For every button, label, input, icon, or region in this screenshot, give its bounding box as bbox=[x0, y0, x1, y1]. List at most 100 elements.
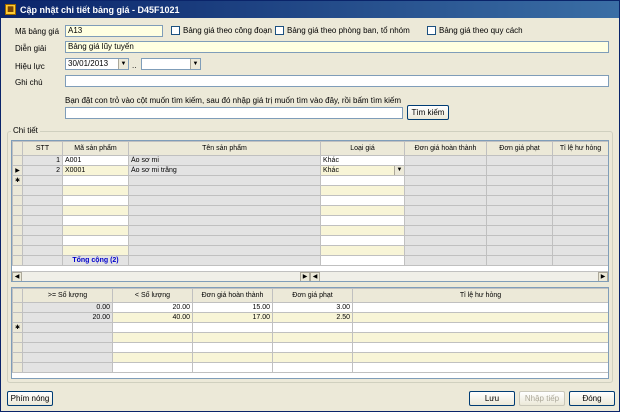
hieu-luc-from-value: 30/01/2013 bbox=[68, 59, 109, 68]
col-header-loai-gia[interactable]: Loại giá bbox=[320, 141, 405, 156]
cell-don-gia-phat bbox=[486, 155, 553, 166]
chevron-down-icon[interactable]: ▼ bbox=[190, 59, 200, 69]
chk-bang-gia-cong-doan-label: Bảng giá theo công đoạn bbox=[183, 26, 272, 35]
cell-don-gia-hoan-thanh[interactable]: 17.00 bbox=[192, 312, 273, 323]
detail-table: STT Mã sản phẩm Tên sản phẩm Loại giá Đơ… bbox=[12, 141, 608, 266]
empty-row bbox=[12, 185, 608, 196]
scroll-left-icon[interactable]: ◀ bbox=[12, 272, 22, 281]
row-selector[interactable] bbox=[12, 302, 23, 313]
cell-don-gia-phat[interactable]: 2.50 bbox=[272, 312, 353, 323]
cell-min-so-luong: 0.00 bbox=[22, 302, 113, 313]
total-row: Tổng cộng (2) bbox=[12, 255, 608, 266]
table-row[interactable]: 20.00 40.00 17.00 2.50 bbox=[12, 312, 608, 323]
col-header-don-gia-phat[interactable]: Đơn giá phạt bbox=[486, 141, 553, 156]
cell-don-gia-hoan-thanh[interactable]: 15.00 bbox=[192, 302, 273, 313]
empty-row bbox=[12, 215, 608, 226]
empty-row bbox=[12, 332, 608, 343]
cell-don-gia-hoan-thanh bbox=[404, 155, 487, 166]
current-row-arrow-icon[interactable]: ▶ bbox=[12, 165, 23, 176]
table-row[interactable]: 1 A001 Áo sơ mi Khác bbox=[12, 155, 608, 166]
dien-giai-label: Diễn giải bbox=[15, 44, 47, 53]
new-row-asterisk-icon: ✱ bbox=[12, 322, 23, 333]
table-row[interactable]: 0.00 20.00 15.00 3.00 bbox=[12, 302, 608, 313]
col-header-don-gia-hoan-thanh[interactable]: Đơn giá hoàn thành bbox=[192, 288, 273, 303]
next-entry-button[interactable]: Nhập tiếp bbox=[519, 391, 565, 406]
col-header-don-gia-phat[interactable]: Đơn giá phạt bbox=[272, 288, 353, 303]
chevron-down-icon[interactable]: ▼ bbox=[394, 166, 404, 175]
hieu-luc-label: Hiệu lực bbox=[15, 62, 45, 71]
cell-don-gia-hoan-thanh bbox=[404, 165, 487, 176]
cell-ten-san-pham: Áo sơ mi bbox=[128, 155, 321, 166]
detail-grid[interactable]: STT Mã sản phẩm Tên sản phẩm Loại giá Đơ… bbox=[11, 140, 609, 282]
hieu-luc-from-field[interactable]: 30/01/2013 ▼ bbox=[65, 58, 129, 70]
cell-ti-le-hu-hong[interactable] bbox=[352, 312, 608, 323]
empty-row bbox=[12, 362, 608, 373]
cell-loai-gia-dropdown[interactable]: Khác ▼ bbox=[320, 165, 405, 176]
hieu-luc-separator: .. bbox=[132, 61, 137, 70]
header-corner bbox=[12, 141, 23, 156]
ghi-chu-label: Ghi chú bbox=[15, 78, 43, 87]
col-header-stt[interactable]: STT bbox=[22, 141, 63, 156]
col-header-ten-san-pham[interactable]: Tên sản phẩm bbox=[128, 141, 321, 156]
chk-bang-gia-quy-cach[interactable] bbox=[427, 26, 436, 35]
ma-bang-gia-field[interactable]: A13 bbox=[65, 25, 163, 37]
save-button[interactable]: Lưu bbox=[469, 391, 515, 406]
cell-min-so-luong: 20.00 bbox=[22, 312, 113, 323]
row-selector[interactable] bbox=[12, 312, 23, 323]
header-corner bbox=[12, 288, 23, 303]
chk-bang-gia-phong-ban-label: Bảng giá theo phòng ban, tổ nhóm bbox=[287, 26, 410, 35]
cell-ten-san-pham: Áo sơ mi trắng bbox=[128, 165, 321, 176]
scroll-left-icon[interactable]: ◀ bbox=[310, 272, 320, 281]
col-header-ti-le-hu-hong[interactable]: Tỉ lệ hư hỏng bbox=[352, 288, 608, 303]
right-horizontal-scrollbar[interactable]: ◀ ▶ bbox=[310, 271, 608, 281]
cell-ma-san-pham[interactable]: X0001 bbox=[62, 165, 129, 176]
cell-loai-gia[interactable]: Khác bbox=[320, 155, 405, 166]
chk-bang-gia-quy-cach-label: Bảng giá theo quy cách bbox=[439, 26, 523, 35]
chevron-down-icon[interactable]: ▼ bbox=[118, 59, 128, 69]
close-button[interactable]: Đóng bbox=[569, 391, 615, 406]
chk-bang-gia-phong-ban[interactable] bbox=[275, 26, 284, 35]
empty-row bbox=[12, 205, 608, 216]
new-row[interactable]: ✱ bbox=[12, 175, 608, 186]
cell-don-gia-phat[interactable]: 3.00 bbox=[272, 302, 353, 313]
col-header-max-so-luong[interactable]: < Số lượng bbox=[112, 288, 193, 303]
ghi-chu-field[interactable] bbox=[65, 75, 609, 87]
hotkey-button[interactable]: Phím nóng bbox=[7, 391, 53, 406]
cell-stt: 2 bbox=[22, 165, 63, 176]
ma-bang-gia-label: Mã bảng giá bbox=[15, 27, 60, 36]
col-header-don-gia-hoan-thanh[interactable]: Đơn giá hoàn thành bbox=[404, 141, 487, 156]
new-row-asterisk-icon: ✱ bbox=[12, 175, 23, 186]
empty-row bbox=[12, 225, 608, 236]
search-button[interactable]: Tìm kiếm bbox=[407, 105, 449, 120]
cell-ti-le-hu-hong bbox=[552, 165, 608, 176]
cell-don-gia-phat bbox=[486, 165, 553, 176]
cell-ti-le-hu-hong bbox=[552, 155, 608, 166]
scroll-right-icon[interactable]: ▶ bbox=[598, 272, 608, 281]
dien-giai-field[interactable]: Bảng giá lũy tuyến bbox=[65, 41, 609, 53]
cell-ma-san-pham[interactable]: A001 bbox=[62, 155, 129, 166]
table-row[interactable]: ▶ 2 X0001 Áo sơ mi trắng Khác ▼ bbox=[12, 165, 608, 176]
title-bar: ▦ Cập nhật chi tiết bảng giá - D45F1021 bbox=[1, 1, 619, 18]
hieu-luc-to-field[interactable]: ▼ bbox=[141, 58, 201, 70]
row-selector[interactable] bbox=[12, 155, 23, 166]
price-grid[interactable]: >= Số lượng < Số lượng Đơn giá hoàn thàn… bbox=[11, 287, 609, 379]
chk-bang-gia-cong-doan[interactable] bbox=[171, 26, 180, 35]
scroll-right-icon[interactable]: ▶ bbox=[300, 272, 310, 281]
cell-max-so-luong[interactable]: 40.00 bbox=[112, 312, 193, 323]
window: ▦ Cập nhật chi tiết bảng giá - D45F1021 … bbox=[0, 0, 620, 412]
detail-group-title: Chi tiết bbox=[11, 126, 40, 135]
left-horizontal-scrollbar[interactable]: ◀ ▶ bbox=[12, 271, 310, 281]
col-header-min-so-luong[interactable]: >= Số lượng bbox=[22, 288, 113, 303]
cell-ti-le-hu-hong[interactable] bbox=[352, 302, 608, 313]
app-icon: ▦ bbox=[5, 4, 16, 15]
empty-row bbox=[12, 235, 608, 246]
empty-row bbox=[12, 352, 608, 363]
cell-stt: 1 bbox=[22, 155, 63, 166]
search-input[interactable] bbox=[65, 107, 403, 119]
cell-max-so-luong[interactable]: 20.00 bbox=[112, 302, 193, 313]
new-row[interactable]: ✱ bbox=[12, 322, 608, 333]
col-header-ma-san-pham[interactable]: Mã sản phẩm bbox=[62, 141, 129, 156]
search-hint: Bạn đặt con trỏ vào cột muốn tìm kiếm, s… bbox=[65, 96, 402, 105]
window-title: Cập nhật chi tiết bảng giá - D45F1021 bbox=[20, 4, 180, 15]
col-header-ti-le-hu-hong[interactable]: Tỉ lệ hư hỏng bbox=[552, 141, 608, 156]
